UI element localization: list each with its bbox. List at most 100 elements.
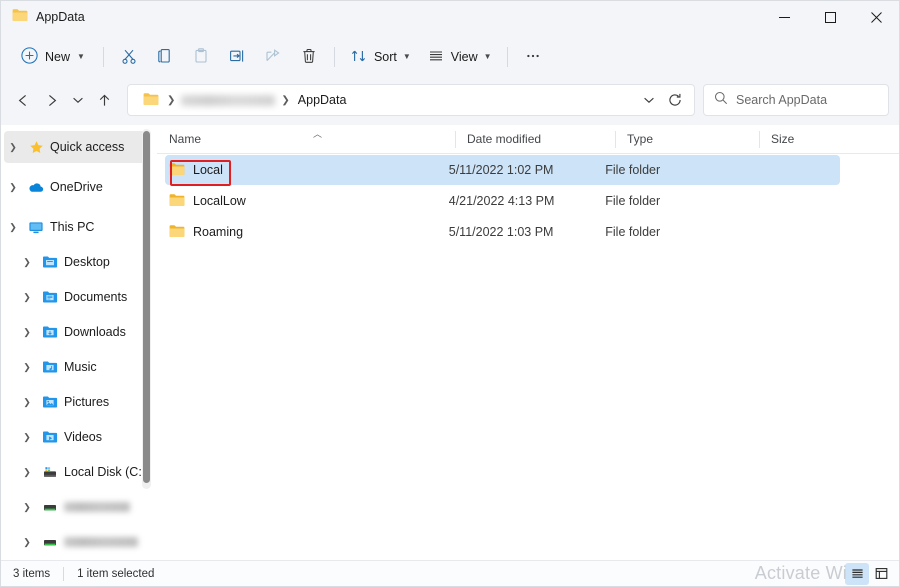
folder-downloads-icon [41,323,59,341]
column-header-date-label: Date modified [467,132,542,146]
refresh-button[interactable] [660,85,690,115]
close-button[interactable] [853,1,899,33]
sidebar-item-label: Documents [64,290,128,304]
sidebar-item-downloads[interactable]: ❯ Downloads [4,316,149,348]
search-box[interactable] [703,84,889,116]
breadcrumb-item-appdata[interactable]: AppData [292,90,353,110]
sort-ascending-indicator: ︿ [313,129,323,139]
star-icon [27,138,45,156]
up-button[interactable] [89,85,119,115]
folder-videos-icon [41,428,59,446]
back-button[interactable] [7,85,37,115]
monitor-icon [27,218,45,236]
breadcrumb-dropdown-button[interactable] [638,85,660,115]
folder-documents-icon [41,288,59,306]
command-bar: New ▼ Sort ▼ View ▼ [1,33,899,81]
chevron-right-icon[interactable]: ❯ [18,463,36,481]
maximize-button[interactable] [807,1,853,33]
chevron-right-icon[interactable]: ❯ [4,138,22,156]
file-name-cell: Local [165,162,449,179]
breadcrumb-separator: ❯ [281,94,290,106]
view-button-label: View [450,50,478,64]
folder-music-icon [41,358,59,376]
sidebar-item-label: Quick access [50,140,125,154]
sidebar-item-onedrive[interactable]: ❯ OneDrive [4,171,149,203]
chevron-right-icon[interactable]: ❯ [18,428,36,446]
chevron-right-icon[interactable]: ❯ [18,323,36,341]
sidebar-item-label: Pictures [64,395,110,409]
folder-desktop-icon [41,253,59,271]
folder-icon [169,193,185,210]
large-icons-view-button[interactable] [869,563,893,585]
forward-button[interactable] [37,85,67,115]
sidebar-item-pictures[interactable]: ❯ Pictures [4,386,149,418]
sidebar-item-desktop[interactable]: ❯ Desktop [4,246,149,278]
cut-button[interactable] [112,40,146,74]
folder-icon [12,8,28,27]
explorer-body: ❯ Quick access ❯ OneDrive ❯ This PC ❯ De… [1,125,899,560]
window-title: AppData [36,10,85,24]
title-bar: AppData [1,1,899,33]
sidebar-item-local-disk-c[interactable]: ❯ Local Disk (C:) [4,456,149,488]
recent-locations-button[interactable] [67,85,89,115]
table-row[interactable]: LocalLow 4/21/2022 4:13 PM File folder [165,186,840,216]
paste-icon [192,47,210,68]
sidebar-item-network-drive-1[interactable]: ❯ [4,491,149,523]
chevron-down-icon[interactable]: ❯ [4,218,22,236]
file-list: Local 5/11/2022 1:02 PM File folder Loca… [157,154,899,560]
search-input[interactable] [736,93,878,107]
sidebar-item-label: OneDrive [50,180,103,194]
paste-button[interactable] [184,40,218,74]
network-drive-icon [41,498,59,516]
file-type-cell: File folder [605,194,661,208]
share-icon [264,47,282,68]
chevron-right-icon[interactable]: ❯ [18,288,36,306]
sidebar-item-network-drive-2[interactable]: ❯ [4,526,149,558]
column-header-name-label: Name [169,132,202,146]
breadcrumb-separator: ❯ [167,94,176,106]
chevron-right-icon[interactable]: ❯ [18,498,36,516]
view-icon [427,47,445,68]
file-name-label: Local [193,163,223,177]
chevron-right-icon[interactable]: ❯ [18,533,36,551]
sidebar-item-documents[interactable]: ❯ Documents [4,281,149,313]
breadcrumb-bar[interactable]: ❯ ❯ AppData [127,84,695,116]
new-button[interactable]: New ▼ [11,40,95,74]
chevron-down-icon: ▼ [483,52,492,61]
sidebar-scrollbar-thumb[interactable] [143,131,150,483]
breadcrumb-root-icon[interactable] [137,89,165,112]
copy-button[interactable] [148,40,182,74]
sidebar-item-music[interactable]: ❯ Music [4,351,149,383]
details-view-button[interactable] [845,562,869,585]
sidebar-item-label: Desktop [64,255,110,269]
share-button[interactable] [256,40,290,74]
sort-button-label: Sort [373,50,397,64]
breadcrumb-item-user[interactable] [181,94,276,106]
column-header-name[interactable]: Name [157,125,455,154]
folder-icon [169,224,185,241]
sidebar-item-videos[interactable]: ❯ Videos [4,421,149,453]
more-button[interactable] [516,40,550,74]
sort-button[interactable]: Sort ▼ [343,40,418,74]
chevron-down-icon: ▼ [77,52,85,61]
table-row[interactable]: Roaming 5/11/2022 1:03 PM File folder [165,217,840,247]
minimize-button[interactable] [761,1,807,33]
chevron-right-icon[interactable]: ❯ [18,253,36,271]
sidebar-item-this-pc[interactable]: ❯ This PC [4,211,149,243]
plus-circle-icon [21,47,38,67]
table-row[interactable]: Local 5/11/2022 1:02 PM File folder [165,155,840,185]
sidebar-item-quick-access[interactable]: ❯ Quick access [4,131,149,163]
rename-button[interactable] [220,40,254,74]
column-header-date-modified[interactable]: Date modified [455,125,615,154]
chevron-right-icon[interactable]: ❯ [4,178,22,196]
view-button[interactable]: View ▼ [420,40,499,74]
file-type-cell: File folder [605,163,661,177]
chevron-right-icon[interactable]: ❯ [18,358,36,376]
chevron-right-icon[interactable]: ❯ [18,393,36,411]
trash-icon [300,47,318,68]
delete-button[interactable] [292,40,326,74]
column-header-size[interactable]: Size [759,125,855,154]
drive-icon [41,463,59,481]
column-header-type[interactable]: Type [615,125,759,154]
copy-icon [156,47,174,68]
